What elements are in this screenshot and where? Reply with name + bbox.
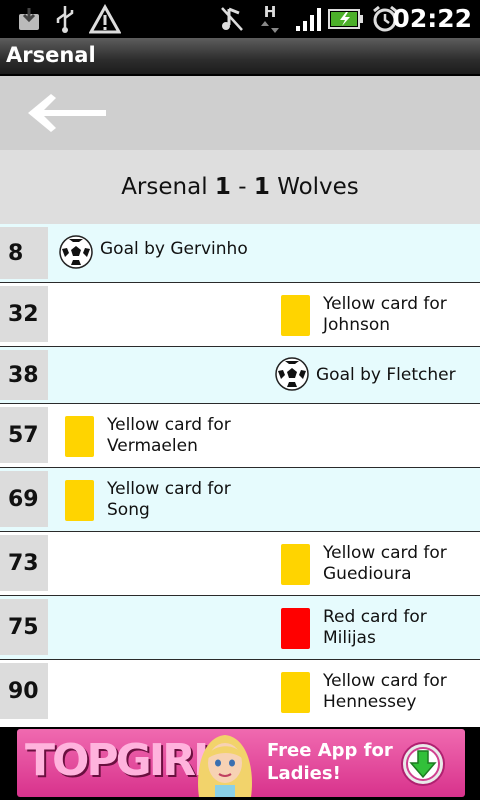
- event-row[interactable]: 57 Yellow card for Vermaelen: [0, 404, 480, 468]
- event-minute: 38: [0, 350, 48, 400]
- score-separator: -: [238, 174, 247, 200]
- home-team-name: Arsenal: [121, 174, 208, 200]
- event-detail: Yellow card for Guedioura: [281, 543, 447, 585]
- event-text: Yellow card for Guedioura: [323, 543, 447, 584]
- event-detail: Yellow card for Song: [65, 479, 231, 521]
- event-minute: 69: [0, 471, 48, 527]
- soccer-ball-icon: [59, 235, 93, 269]
- event-detail: Yellow card for Vermaelen: [65, 415, 231, 457]
- event-text: Yellow card for Song: [107, 479, 231, 520]
- yellow-card-icon: [65, 416, 94, 457]
- ad-banner-bar: TOPGIRL Free App for Ladies!: [0, 727, 480, 800]
- event-text: Red card for Milijas: [323, 607, 427, 648]
- event-row[interactable]: 75 Red card for Milijas: [0, 596, 480, 660]
- match-events-list: 8 Goal by Gervinho 32 Yellow card for Jo…: [0, 224, 480, 727]
- yellow-card-icon: [281, 295, 310, 336]
- battery-charging-icon: [328, 3, 364, 35]
- event-minute: 73: [0, 535, 48, 591]
- event-row[interactable]: 38 Goal by Fletcher: [0, 347, 480, 404]
- music-muted-icon: [218, 3, 246, 35]
- event-detail: Red card for Milijas: [281, 607, 427, 649]
- status-clock: 02:22: [392, 4, 472, 33]
- network-type-label: H: [263, 2, 277, 21]
- event-row[interactable]: 90 Yellow card for Hennessey: [0, 660, 480, 727]
- event-detail: Goal by Gervinho: [59, 235, 248, 269]
- yellow-card-icon: [281, 544, 310, 585]
- event-text: Goal by Gervinho: [100, 239, 248, 259]
- event-detail: Yellow card for Johnson: [281, 294, 447, 336]
- event-minute: 57: [0, 407, 48, 463]
- red-card-icon: [281, 608, 310, 649]
- warning-icon: [88, 3, 122, 35]
- navigation-bar: [0, 76, 480, 150]
- back-arrow-icon: [28, 94, 106, 132]
- event-text: Yellow card for Vermaelen: [107, 415, 231, 456]
- title-bar: Arsenal: [0, 38, 480, 76]
- ad-banner[interactable]: TOPGIRL Free App for Ladies!: [17, 729, 465, 797]
- event-detail: Yellow card for Hennessey: [281, 671, 447, 713]
- download-arrow-icon: [401, 742, 445, 786]
- usb-icon: [52, 3, 78, 35]
- signal-icon: [294, 3, 324, 35]
- event-text: Yellow card for Johnson: [323, 294, 447, 335]
- status-bar: H 02:22: [0, 0, 480, 38]
- event-detail: Goal by Fletcher: [275, 357, 456, 391]
- event-minute: 90: [0, 663, 48, 719]
- away-goals: 1: [253, 174, 270, 200]
- away-team-name: Wolves: [277, 174, 359, 200]
- yellow-card-icon: [281, 672, 310, 713]
- event-row[interactable]: 73 Yellow card for Guedioura: [0, 532, 480, 596]
- event-text: Goal by Fletcher: [316, 365, 456, 385]
- event-minute: 75: [0, 599, 48, 655]
- yellow-card-icon: [65, 480, 94, 521]
- data-arrows-icon: H: [256, 3, 284, 35]
- event-row[interactable]: 8 Goal by Gervinho: [0, 224, 480, 283]
- event-text: Yellow card for Hennessey: [323, 671, 447, 712]
- event-minute: 8: [0, 227, 48, 279]
- event-row[interactable]: 32 Yellow card for Johnson: [0, 283, 480, 347]
- event-row[interactable]: 69 Yellow card for Song: [0, 468, 480, 532]
- match-score: Arsenal 1 - 1 Wolves: [0, 150, 480, 224]
- cartoon-girl-icon: [198, 735, 252, 797]
- soccer-ball-icon: [275, 357, 309, 391]
- back-button[interactable]: [26, 92, 110, 134]
- app-title: Arsenal: [6, 43, 96, 67]
- event-minute: 32: [0, 286, 48, 342]
- home-goals: 1: [214, 174, 231, 200]
- download-icon: [16, 3, 42, 35]
- ad-cta-text: Free App for Ladies!: [267, 740, 393, 784]
